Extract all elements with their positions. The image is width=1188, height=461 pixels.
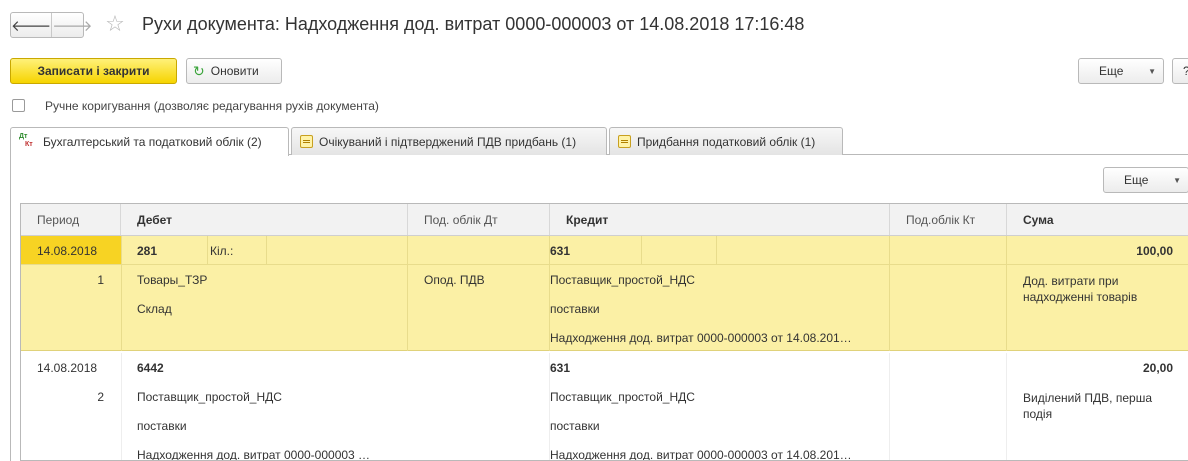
column-period[interactable]: Период	[21, 204, 121, 235]
refresh-icon: ↻	[193, 63, 205, 79]
dt-kt-icon: Дт Кт	[19, 133, 33, 148]
table-row[interactable]: 14.08.2018 6442 631 20,00 2 Поставщик_пр…	[21, 353, 1188, 461]
save-and-close-button[interactable]: Записати і закрити	[10, 58, 177, 84]
debit-tax-cell: Опод. ПДВ	[424, 273, 485, 287]
content-cell: Дод. витрати при надходженні товарів	[1023, 274, 1138, 304]
credit-subconto-3: Надходження дод. витрат 0000-000003 от 1…	[550, 331, 852, 345]
debit-qty-label: Кіл.:	[210, 244, 234, 258]
credit-subconto-1: Поставщик_простой_НДС	[550, 390, 695, 404]
column-separator	[889, 236, 890, 351]
window-title: Рухи документа: Надходження дод. витрат …	[142, 14, 805, 34]
more-label: Еще	[1124, 173, 1149, 187]
row-divider	[21, 264, 1188, 265]
column-separator	[266, 236, 267, 264]
refresh-label: Оновити	[210, 64, 259, 78]
debit-account: 281	[137, 244, 158, 258]
register-icon	[300, 135, 313, 148]
credit-subconto-1: Поставщик_простой_НДС	[550, 273, 695, 287]
movements-table[interactable]: Период Дебет Под. облік Дт Кредит Под.об…	[20, 203, 1188, 461]
column-separator	[207, 236, 208, 264]
column-debit[interactable]: Дебет	[121, 204, 408, 235]
amount-cell: 100,00	[1136, 244, 1173, 258]
debit-subconto-1: Товары_ТЗР	[137, 273, 208, 287]
column-separator	[641, 236, 642, 264]
help-button[interactable]: ?	[1172, 58, 1188, 84]
table-more-button[interactable]: Еще ▼	[1103, 167, 1188, 193]
credit-subconto-2: поставки	[550, 302, 600, 316]
column-separator	[121, 353, 122, 460]
table-row[interactable]: 14.08.2018 281 Кіл.: 631 100,00 1 Товары…	[21, 236, 1188, 351]
arrow-right-icon: 🡒	[52, 17, 93, 35]
debit-account: 6442	[137, 361, 164, 375]
row-number: 1	[97, 273, 104, 287]
column-separator	[716, 236, 717, 264]
register-icon	[618, 135, 631, 148]
row-number: 2	[97, 390, 104, 404]
column-credit-tax[interactable]: Под.облік Кт	[890, 204, 1007, 235]
debit-subconto-2: Склад	[137, 302, 172, 316]
debit-subconto-3: Надходження дод. витрат 0000-000003 …	[137, 448, 371, 461]
column-separator	[407, 236, 408, 351]
period-cell: 14.08.2018	[37, 361, 98, 375]
period-cell: 14.08.2018	[37, 244, 98, 258]
table-header: Период Дебет Под. облік Дт Кредит Под.об…	[21, 204, 1188, 236]
column-separator	[121, 236, 122, 351]
column-debit-tax[interactable]: Под. облік Дт	[408, 204, 550, 235]
content-cell: Виділений ПДВ, перша подія	[1023, 391, 1152, 421]
help-label: ?	[1183, 64, 1188, 78]
tab-label: Бухгалтерський та податковий облік (2)	[43, 135, 262, 149]
tab-purchase-tax[interactable]: Придбання податковий облік (1)	[609, 127, 843, 155]
panel-border	[10, 155, 11, 461]
amount-cell: 20,00	[1142, 361, 1173, 375]
manual-edit-label[interactable]: Ручне коригування (дозволяє редагування …	[45, 99, 379, 113]
nav-buttons: 🡐 🡒	[10, 12, 92, 38]
credit-account: 631	[550, 361, 571, 375]
more-actions-button[interactable]: Еще ▼	[1078, 58, 1164, 84]
credit-subconto-3: Надходження дод. витрат 0000-000003 от 1…	[550, 448, 852, 461]
manual-edit-checkbox[interactable]	[12, 99, 25, 112]
more-label: Еще	[1099, 64, 1124, 78]
tab-accounting[interactable]: Дт Кт Бухгалтерський та податковий облік…	[10, 127, 289, 156]
debit-subconto-2: поставки	[137, 419, 187, 433]
chevron-down-icon: ▼	[1148, 67, 1156, 76]
tab-label: Придбання податковий облік (1)	[637, 134, 816, 149]
chevron-down-icon: ▼	[1173, 176, 1181, 185]
refresh-button[interactable]: ↻ Оновити	[186, 58, 282, 84]
arrow-left-icon: 🡐	[11, 17, 52, 35]
tab-vat-purchases[interactable]: Очікуваний і підтверджений ПДВ придбань …	[291, 127, 607, 155]
credit-subconto-2: поставки	[550, 419, 600, 433]
favorite-star-icon[interactable]: ☆	[102, 10, 128, 38]
forward-button[interactable]: 🡒	[51, 13, 92, 37]
column-credit[interactable]: Кредит	[550, 204, 890, 235]
back-button[interactable]: 🡐	[11, 13, 51, 37]
debit-subconto-1: Поставщик_простой_НДС	[137, 390, 282, 404]
column-amount[interactable]: Сума	[1007, 204, 1188, 235]
tab-label: Очікуваний і підтверджений ПДВ придбань …	[319, 134, 577, 149]
column-separator	[889, 353, 890, 460]
credit-account: 631	[550, 244, 571, 258]
